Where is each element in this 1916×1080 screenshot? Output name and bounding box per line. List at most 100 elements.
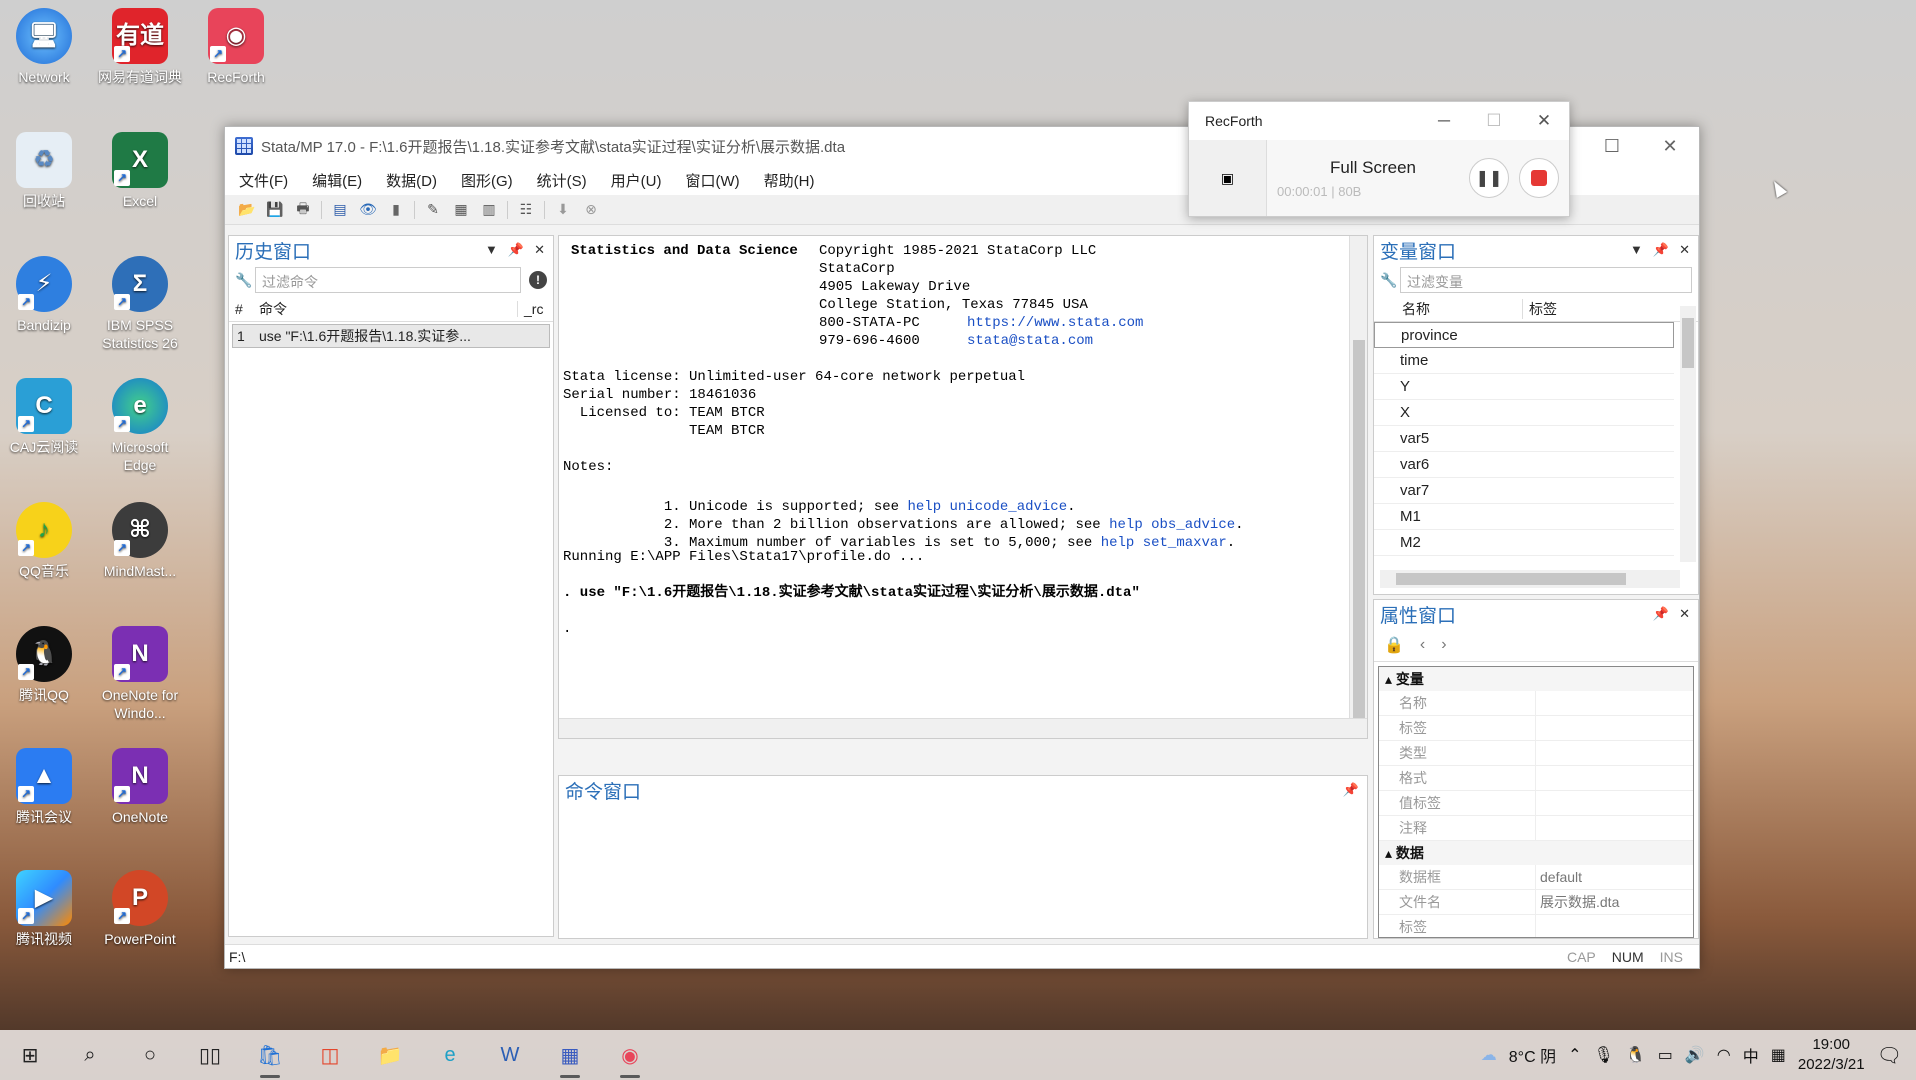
stop-button[interactable]	[1519, 158, 1559, 198]
col-number[interactable]: #	[229, 301, 259, 317]
recforth-taskbar-icon[interactable]: ◉	[600, 1030, 660, 1080]
wrench-icon[interactable]: 🔧	[235, 272, 255, 289]
maximize-button[interactable]: ☐	[1583, 136, 1641, 157]
variables-scrollbar[interactable]	[1680, 306, 1696, 562]
cortana-icon[interactable]: ○	[120, 1030, 180, 1080]
ime-indicator[interactable]: 中	[1743, 1043, 1759, 1067]
menu-help[interactable]: 帮助(H)	[764, 170, 815, 191]
prop-value[interactable]	[1535, 741, 1693, 765]
lock-icon[interactable]: 🔒	[1384, 635, 1404, 655]
prop-value[interactable]: 展示数据.dta	[1535, 890, 1693, 914]
qq-tray-icon[interactable]: 🐧	[1626, 1045, 1646, 1065]
print-icon[interactable]: 🖶	[294, 200, 312, 219]
close-icon[interactable]: ✕	[1679, 242, 1690, 258]
do-file-editor-icon[interactable]: ✎	[424, 201, 442, 219]
close-icon[interactable]: ✕	[534, 242, 545, 258]
file-explorer-icon[interactable]: 📁	[360, 1030, 420, 1080]
variables-filter-input[interactable]: 过滤变量	[1400, 267, 1692, 293]
desktop-icon-spss[interactable]: Σ ↗ IBM SPSS Statistics 26	[94, 256, 186, 352]
desktop-icon-caj[interactable]: C ↗ CAJ云阅读	[0, 378, 90, 456]
section-data[interactable]: ▴ 数据	[1379, 841, 1693, 865]
recforth-maximize-button[interactable]: ☐	[1469, 111, 1519, 131]
desktop-icon-tencent-video[interactable]: ▶ ↗ 腾讯视频	[0, 870, 90, 948]
pause-button[interactable]: ❚❚	[1469, 158, 1509, 198]
back-icon[interactable]: ‹	[1420, 636, 1425, 654]
variable-row[interactable]: var5	[1374, 426, 1674, 452]
save-icon[interactable]: 💾	[266, 201, 284, 219]
variable-row[interactable]: Y	[1374, 374, 1674, 400]
desktop-icon-qqmusic[interactable]: ♪ ↗ QQ音乐	[0, 502, 90, 580]
close-button[interactable]: ✕	[1641, 136, 1699, 157]
variable-row[interactable]: M1	[1374, 504, 1674, 530]
graph-icon[interactable]: ▮	[387, 201, 405, 219]
desktop-icon-qq[interactable]: 🐧 ↗ 腾讯QQ	[0, 626, 90, 704]
recforth-title-bar[interactable]: RecForth ─ ☐ ✕	[1189, 102, 1569, 140]
desktop-icon-onenote[interactable]: N ↗ OneNote	[94, 748, 186, 826]
menu-file[interactable]: 文件(F)	[239, 170, 288, 191]
desktop-icon-recforth[interactable]: ◉ ↗ RecForth	[190, 8, 282, 86]
data-editor-icon[interactable]: ▦	[452, 201, 470, 219]
pin-icon[interactable]: 📌	[1653, 242, 1669, 258]
results-pane[interactable]: Statistics and Data Science Copyright 19…	[558, 235, 1368, 739]
variable-row[interactable]: time	[1374, 348, 1674, 374]
note-3-link[interactable]: help set_maxvar	[1101, 535, 1227, 551]
log-icon[interactable]: ▤	[331, 201, 349, 219]
desktop-icon-mindmaster[interactable]: ⌘ ↗ MindMast...	[94, 502, 186, 580]
edge-icon[interactable]: e	[420, 1030, 480, 1080]
pin-icon[interactable]: 📌	[1653, 606, 1669, 622]
col-command[interactable]: 命令	[259, 299, 517, 319]
menu-user[interactable]: 用户(U)	[611, 170, 662, 191]
volume-icon[interactable]: 🔊	[1685, 1045, 1705, 1065]
desktop-icon-edge[interactable]: e ↗ Microsoft Edge	[94, 378, 186, 474]
variable-row[interactable]: var7	[1374, 478, 1674, 504]
col-label[interactable]: 标签	[1522, 298, 1557, 319]
desktop-icon-youdao[interactable]: 有道 ↗ 网易有道词典	[94, 8, 186, 86]
desktop-icon-network[interactable]: 🖥 Network	[0, 8, 90, 86]
screen-mode-icon[interactable]: ▣	[1189, 140, 1267, 216]
desktop-icon-bandizip[interactable]: ⚡ ↗ Bandizip	[0, 256, 90, 334]
menu-graphics[interactable]: 图形(G)	[461, 170, 513, 191]
start-button[interactable]: ⊞	[0, 1030, 60, 1080]
break-icon[interactable]: ⊗	[582, 201, 600, 219]
desktop-icon-powerpoint[interactable]: P ↗ PowerPoint	[94, 870, 186, 948]
desktop-icon-onenote-windows[interactable]: N ↗ OneNote for Windo...	[94, 626, 186, 722]
variable-row[interactable]: province	[1374, 322, 1674, 348]
filter-icon[interactable]: ▼	[485, 242, 498, 258]
office-icon[interactable]: ◫	[300, 1030, 360, 1080]
keyboard-icon[interactable]: ▦	[1771, 1045, 1786, 1065]
recforth-minimize-button[interactable]: ─	[1419, 111, 1469, 131]
microphone-icon[interactable]: 🎙	[1593, 1045, 1613, 1065]
menu-statistics[interactable]: 统计(S)	[537, 170, 587, 191]
open-icon[interactable]: 📂	[238, 201, 256, 219]
pin-icon[interactable]: 📌	[1343, 782, 1359, 798]
variables-manager-icon[interactable]: ☷	[517, 201, 535, 219]
prop-value[interactable]	[1535, 716, 1693, 740]
data-browser-icon[interactable]: ▥	[480, 201, 498, 219]
forward-icon[interactable]: ›	[1441, 636, 1446, 654]
results-scrollbar[interactable]	[1349, 236, 1367, 738]
prop-value[interactable]	[1535, 691, 1693, 715]
task-view-icon[interactable]: ▯▯	[180, 1030, 240, 1080]
menu-edit[interactable]: 编辑(E)	[312, 170, 362, 191]
weather-text[interactable]: 8°C 阴	[1509, 1043, 1556, 1067]
weather-icon[interactable]: ☁	[1481, 1045, 1497, 1065]
filter-icon[interactable]: ▼	[1630, 242, 1643, 258]
pin-icon[interactable]: 📌	[508, 242, 524, 258]
prop-value[interactable]	[1535, 766, 1693, 790]
variable-row[interactable]: M2	[1374, 530, 1674, 556]
store-icon[interactable]: 🛍	[240, 1030, 300, 1080]
notification-icon[interactable]: 🗨	[1877, 1043, 1902, 1068]
stata-taskbar-icon[interactable]: ▦	[540, 1030, 600, 1080]
search-icon[interactable]: ⌕	[60, 1030, 120, 1080]
desktop-icon-tencent-meeting[interactable]: ▲ ↗ 腾讯会议	[0, 748, 90, 826]
recforth-close-button[interactable]: ✕	[1519, 111, 1569, 131]
history-row[interactable]: 1 use "F:\1.6开题报告\1.18.实证参...	[232, 324, 550, 348]
prop-value[interactable]	[1535, 915, 1693, 937]
menu-window[interactable]: 窗口(W)	[685, 170, 739, 191]
viewer-icon[interactable]: 👁	[359, 201, 377, 219]
word-icon[interactable]: W	[480, 1030, 540, 1080]
history-filter-input[interactable]: 过滤命令	[255, 267, 521, 293]
variable-row[interactable]: var6	[1374, 452, 1674, 478]
battery-icon[interactable]: ▭	[1658, 1045, 1673, 1065]
info-icon[interactable]: !	[529, 271, 547, 289]
